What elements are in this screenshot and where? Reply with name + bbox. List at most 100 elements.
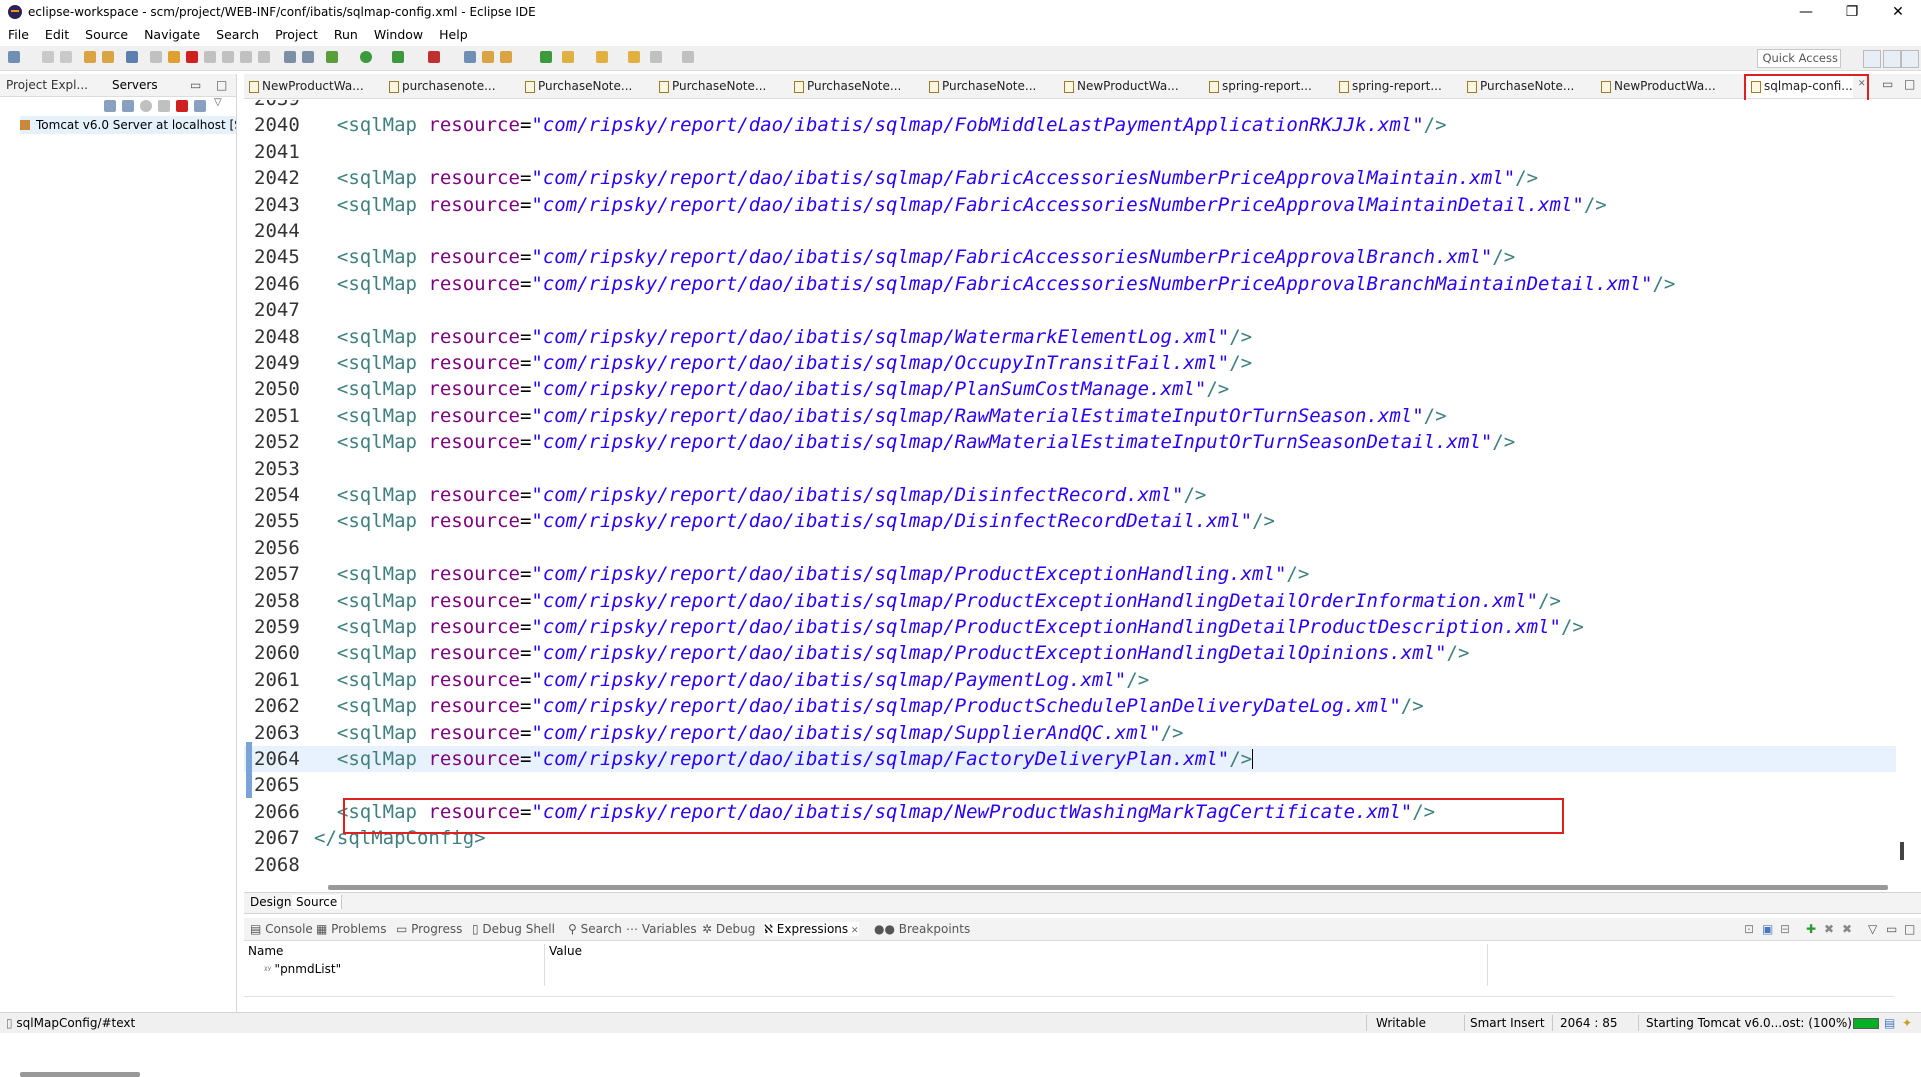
search-tool-icon[interactable]: [500, 51, 512, 63]
menu-window[interactable]: Window: [366, 27, 431, 42]
task-icon[interactable]: [540, 51, 552, 63]
menu-help[interactable]: Help: [431, 27, 476, 42]
editor-tab[interactable]: spring-report...: [1204, 74, 1312, 98]
tab-problems[interactable]: ▦ Problems: [316, 922, 386, 936]
coverage-icon[interactable]: [392, 51, 404, 63]
toggle-mark-icon[interactable]: [284, 51, 296, 63]
collapse-icon[interactable]: [104, 100, 116, 112]
build-icon[interactable]: [302, 51, 314, 63]
editor-tab[interactable]: PurchaseNote...: [1462, 74, 1574, 98]
close-tab-icon[interactable]: ✕: [848, 926, 859, 936]
editor-maximize-icon[interactable]: □: [1904, 77, 1915, 91]
menu-project[interactable]: Project: [267, 27, 326, 42]
code-line[interactable]: 2057 <sqlMap resource="com/ripsky/report…: [244, 561, 1896, 587]
code-line[interactable]: 2048 <sqlMap resource="com/ripsky/report…: [244, 324, 1896, 350]
pin-icon[interactable]: [682, 51, 694, 63]
bottom-hscroll[interactable]: [244, 996, 1894, 1009]
tab-variables[interactable]: ⋯ Variables: [626, 922, 697, 936]
tab-source[interactable]: Source: [292, 895, 343, 909]
annotation-prev-icon[interactable]: [596, 51, 608, 63]
code-line[interactable]: 2043 <sqlMap resource="com/ripsky/report…: [244, 192, 1896, 218]
run-icon[interactable]: [360, 51, 372, 63]
code-line[interactable]: 2055 <sqlMap resource="com/ripsky/report…: [244, 508, 1896, 534]
debug-perspective-icon[interactable]: [1901, 50, 1919, 68]
code-line[interactable]: 2059 <sqlMap resource="com/ripsky/report…: [244, 614, 1896, 640]
resume-icon[interactable]: [150, 51, 162, 63]
add-expression-icon[interactable]: ✚: [1806, 922, 1816, 936]
code-line[interactable]: 2047: [244, 297, 1896, 323]
editor-tab[interactable]: PurchaseNote...: [789, 74, 901, 98]
remove-expression-icon[interactable]: ✖: [1824, 922, 1834, 936]
step-into-icon[interactable]: [222, 51, 234, 63]
column-name[interactable]: Name: [248, 944, 283, 958]
editor-tab[interactable]: NewProductWa...: [244, 74, 364, 98]
scroll-thumb[interactable]: [1900, 842, 1904, 860]
menu-source[interactable]: Source: [77, 27, 136, 42]
tab-progress[interactable]: ▭ Progress: [396, 922, 462, 936]
tab-expressions[interactable]: ℵ Expressions ✕: [764, 922, 859, 936]
debug-server-icon[interactable]: [122, 100, 134, 112]
debug-icon[interactable]: [326, 51, 338, 63]
suspend-icon[interactable]: [168, 51, 180, 63]
code-line[interactable]: 2039: [244, 100, 1896, 112]
tab-search[interactable]: ⚲ Search: [568, 922, 622, 936]
step-over-icon[interactable]: [240, 51, 252, 63]
restore-button[interactable]: ❐: [1829, 0, 1875, 24]
expression-row[interactable]: ᵡʸ "pnmdList": [264, 962, 341, 976]
tab-design[interactable]: Design: [246, 895, 297, 909]
tip-icon[interactable]: ✦: [1902, 1016, 1912, 1030]
save-all-icon[interactable]: [60, 51, 72, 63]
editor-tab[interactable]: purchasenote...: [384, 74, 496, 98]
hscroll-thumb[interactable]: [328, 885, 1888, 890]
remove-all-icon[interactable]: ✖: [1842, 922, 1852, 936]
tab-console[interactable]: ▤ Console: [250, 922, 313, 936]
minimize-view-icon[interactable]: ▭: [1886, 922, 1897, 936]
tab-debug-shell[interactable]: ▯ Debug Shell: [472, 922, 555, 936]
step-return-icon[interactable]: [258, 51, 270, 63]
open-resource-icon[interactable]: [102, 51, 114, 63]
editor-vscroll[interactable]: [1896, 100, 1910, 884]
menu-run[interactable]: Run: [326, 27, 366, 42]
menu-navigate[interactable]: Navigate: [136, 27, 208, 42]
view-menu-icon[interactable]: ▽: [214, 97, 222, 108]
status-insert-mode[interactable]: Smart Insert: [1470, 1016, 1545, 1030]
stop-server-icon[interactable]: [176, 100, 188, 112]
code-line[interactable]: 2063 <sqlMap resource="com/ripsky/report…: [244, 720, 1896, 746]
code-line[interactable]: 2051 <sqlMap resource="com/ripsky/report…: [244, 403, 1896, 429]
menu-search[interactable]: Search: [208, 27, 267, 42]
view-menu-icon[interactable]: ▽: [1868, 922, 1877, 936]
code-line[interactable]: 2056: [244, 535, 1896, 561]
editor-hscroll[interactable]: [244, 884, 1896, 892]
new-server-icon[interactable]: [464, 51, 476, 63]
start-server-icon[interactable]: [140, 100, 152, 112]
tab-breakpoints[interactable]: ●● Breakpoints: [874, 922, 970, 936]
menu-file[interactable]: File: [0, 27, 37, 42]
editor-tab[interactable]: spring-report...: [1334, 74, 1442, 98]
code-line[interactable]: 2054 <sqlMap resource="com/ripsky/report…: [244, 482, 1896, 508]
open-perspective-icon[interactable]: [1863, 50, 1881, 68]
server-tomcat[interactable]: Tomcat v6.0 Server at localhost [S: [20, 116, 236, 134]
maximize-view-icon[interactable]: □: [216, 78, 227, 92]
forward-icon[interactable]: [650, 51, 662, 63]
annotation-next-icon[interactable]: [562, 51, 574, 63]
maximize-view-icon[interactable]: □: [1904, 922, 1915, 936]
code-line[interactable]: 2064 <sqlMap resource="com/ripsky/report…: [244, 746, 1896, 773]
code-line[interactable]: 2062 <sqlMap resource="com/ripsky/report…: [244, 693, 1896, 719]
publish-icon[interactable]: [194, 100, 206, 112]
minimize-view-icon[interactable]: ▭: [190, 78, 201, 92]
column-value[interactable]: Value: [549, 944, 582, 958]
code-line[interactable]: 2046 <sqlMap resource="com/ripsky/report…: [244, 271, 1896, 297]
code-line[interactable]: 2050 <sqlMap resource="com/ripsky/report…: [244, 376, 1896, 402]
show-logical-icon[interactable]: ▣: [1762, 922, 1773, 936]
menu-edit[interactable]: Edit: [37, 27, 77, 42]
xml-editor[interactable]: 20392040 <sqlMap resource="com/ripsky/re…: [244, 100, 1896, 884]
code-line[interactable]: 2049 <sqlMap resource="com/ripsky/report…: [244, 350, 1896, 376]
code-line[interactable]: 2044: [244, 218, 1896, 244]
editor-minimize-icon[interactable]: ▭: [1882, 77, 1893, 91]
editor-tab[interactable]: NewProductWa...: [1059, 74, 1179, 98]
code-line[interactable]: 2041: [244, 139, 1896, 165]
external-tools-icon[interactable]: [428, 51, 440, 63]
show-type-icon[interactable]: ⊡: [1744, 922, 1754, 936]
back-icon[interactable]: [628, 51, 640, 63]
code-line[interactable]: 2068: [244, 852, 1896, 878]
